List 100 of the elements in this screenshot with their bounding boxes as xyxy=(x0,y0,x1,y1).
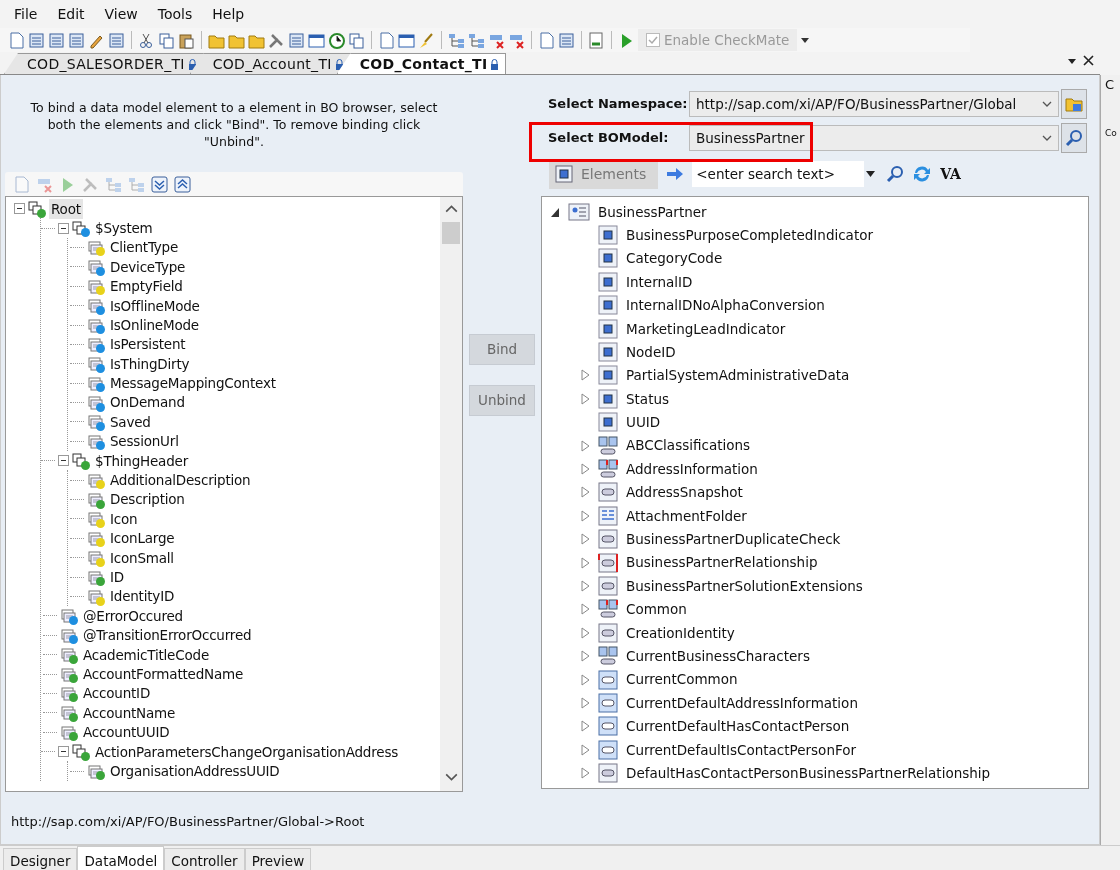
expand-toggle[interactable] xyxy=(580,392,590,405)
menu-item[interactable]: Edit xyxy=(47,3,95,25)
form-icon[interactable] xyxy=(558,31,575,49)
expand-toggle[interactable] xyxy=(580,463,590,475)
search-icon[interactable] xyxy=(886,165,905,183)
collapse-toggle[interactable] xyxy=(58,746,69,758)
tree-item[interactable]: UUID xyxy=(626,412,661,433)
tree-item[interactable]: Status xyxy=(626,388,670,409)
expand-toggle[interactable] xyxy=(580,439,590,452)
copy-icon[interactable] xyxy=(348,31,365,49)
refresh-icon[interactable] xyxy=(912,164,933,184)
dropdown-arrow-icon[interactable] xyxy=(800,35,811,45)
expand-toggle[interactable] xyxy=(580,720,590,733)
expand-toggle[interactable] xyxy=(580,579,590,592)
tree-item[interactable]: CurrentDefaultIsContactPersonFor xyxy=(626,739,857,760)
expand-toggle[interactable] xyxy=(580,626,590,639)
tree-item[interactable]: $System xyxy=(93,217,155,239)
document-tab[interactable]: COD_Contact_TI xyxy=(336,53,507,74)
tree-item[interactable]: Saved xyxy=(108,411,153,433)
tree-item[interactable]: AddressSnapshot xyxy=(626,482,743,503)
tree-item[interactable]: AccountID xyxy=(81,683,153,704)
view-tab[interactable]: DataModel xyxy=(77,846,165,870)
tree-item[interactable]: Root xyxy=(49,198,83,219)
tree-item[interactable]: EmptyField xyxy=(108,276,185,297)
search-field[interactable]: <enter search text> xyxy=(692,161,865,187)
collapse-toggle[interactable] xyxy=(58,455,69,467)
expand-toggle[interactable] xyxy=(580,509,590,522)
tree-item[interactable]: BusinessPartner xyxy=(598,201,707,222)
tree-item[interactable]: CurrentDefaultHasContactPerson xyxy=(626,716,850,737)
tree-item[interactable]: CurrentCommon xyxy=(626,669,738,690)
scrollbar-thumb[interactable] xyxy=(442,222,460,244)
page-icon[interactable] xyxy=(8,31,25,49)
brush-icon[interactable] xyxy=(418,31,435,49)
hierarchy-icon[interactable] xyxy=(448,31,465,49)
tree-item[interactable]: ABCClassifications xyxy=(626,435,751,456)
tree-item[interactable]: InternalIDNoAlphaConversion xyxy=(626,295,825,316)
collapse-toggle[interactable] xyxy=(14,203,25,215)
scrollbar[interactable] xyxy=(440,197,462,791)
hierarchy-icon[interactable] xyxy=(468,31,485,49)
tree-item[interactable]: BusinessPartnerDuplicateCheck xyxy=(626,529,841,550)
tree-item[interactable]: AccountUUID xyxy=(81,722,172,743)
browse-button[interactable] xyxy=(1061,89,1087,119)
tree-item[interactable]: AcademicTitleCode xyxy=(81,644,211,665)
tree-item[interactable]: ClientType xyxy=(108,237,181,258)
tree-item[interactable]: DeviceType xyxy=(108,256,188,277)
tree-item[interactable]: BusinessPartnerSolutionExtensions xyxy=(626,575,863,597)
tree-item[interactable]: CategoryCode xyxy=(626,248,723,269)
bo-model-dropdown[interactable]: BusinessPartner xyxy=(689,125,1059,151)
menu-item[interactable]: Tools xyxy=(147,3,203,25)
menu-item[interactable]: View xyxy=(94,3,148,25)
page-icon[interactable] xyxy=(538,31,555,49)
expand-toggle[interactable] xyxy=(580,603,590,616)
tree-item[interactable]: OrganisationAddressUUID xyxy=(108,760,282,782)
document-tab[interactable]: COD_SALESORDER_TI xyxy=(4,53,204,74)
xml-icon[interactable] xyxy=(588,31,605,49)
form-icon[interactable] xyxy=(108,31,125,49)
view-tab[interactable]: Preview xyxy=(244,848,312,870)
expand-toggle[interactable] xyxy=(580,767,590,780)
tree-item[interactable]: BusinessPartnerRelationship xyxy=(626,552,818,573)
tree-item[interactable]: BusinessPurposeCompletedIndicator xyxy=(626,224,873,246)
tree-item[interactable]: PartialSystemAdministrativeData xyxy=(626,365,850,386)
clipboard-icon[interactable] xyxy=(178,31,195,49)
tree-item[interactable]: ActionParametersChangeOrganisationAddress xyxy=(93,741,401,762)
tree-item[interactable]: MarketingLeadIndicator xyxy=(626,318,786,339)
scissors-icon[interactable] xyxy=(138,31,155,49)
collapse-toggle[interactable] xyxy=(58,222,69,234)
expand-toggle[interactable] xyxy=(580,486,590,499)
document-tab[interactable]: COD_Account_TI xyxy=(189,53,351,74)
form-icon[interactable] xyxy=(48,31,65,49)
expand-toggle[interactable] xyxy=(580,533,590,546)
tree-item[interactable]: IconLarge xyxy=(108,528,177,549)
tree-item[interactable]: @ErrorOccured xyxy=(81,605,185,627)
tree-item[interactable]: IconSmall xyxy=(108,547,176,568)
tree-item[interactable]: AttachmentFolder xyxy=(626,505,747,526)
tree-item[interactable]: Icon xyxy=(108,508,140,530)
expand-toggle[interactable] xyxy=(580,369,590,382)
tree-item[interactable]: IdentityID xyxy=(108,586,177,607)
view-tab[interactable]: Designer xyxy=(3,848,78,870)
tree-item[interactable]: AdditionalDescription xyxy=(108,470,253,491)
tree-item[interactable]: AccountFormattedName xyxy=(81,663,246,685)
tree-item[interactable]: InternalID xyxy=(626,271,693,292)
tree-item[interactable]: IsPersistent xyxy=(108,334,188,355)
form-icon[interactable] xyxy=(68,31,85,49)
tree-item[interactable]: AddressInformation xyxy=(626,458,758,480)
tree-item[interactable]: Common xyxy=(626,599,687,620)
expand-all-icon[interactable] xyxy=(151,175,168,193)
tree-item[interactable]: NodeID xyxy=(626,341,676,363)
copy-icon[interactable] xyxy=(158,31,175,49)
expand-toggle[interactable] xyxy=(580,696,590,709)
tree-item[interactable]: AccountName xyxy=(81,702,178,723)
tree-item[interactable]: IsOfflineMode xyxy=(108,295,202,316)
expand-toggle[interactable] xyxy=(580,556,590,569)
clock-icon[interactable] xyxy=(328,31,345,49)
menu-item[interactable]: Help xyxy=(202,3,255,25)
window-icon[interactable] xyxy=(398,31,415,49)
tree-item[interactable]: $ThingHeader xyxy=(93,450,191,471)
va-button[interactable]: VA xyxy=(940,163,961,185)
expand-toggle[interactable] xyxy=(580,650,590,663)
expand-toggle[interactable] xyxy=(580,743,590,756)
tree-item[interactable]: DefaultHasContactPersonBusinessPartnerRelationship xyxy=(626,762,991,784)
